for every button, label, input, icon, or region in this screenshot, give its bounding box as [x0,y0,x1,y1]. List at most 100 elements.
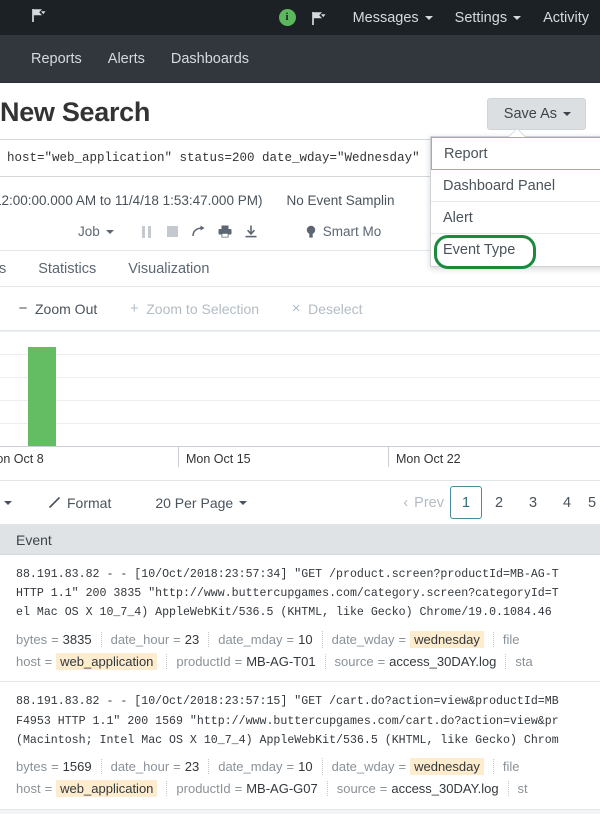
event-field-bytes[interactable]: bytes = 3835 [16,632,101,647]
field-value: 23 [184,759,200,775]
download-icon [245,225,257,238]
timeline-bar[interactable] [28,347,56,446]
timeline-toolbar: − Zoom Out + Zoom to Selection × Deselec… [0,287,600,331]
field-key: productId [176,653,231,669]
per-page-selector[interactable]: 20 Per Page [155,495,248,511]
pagination-page-4[interactable]: 4 [550,486,584,519]
tab-statistics[interactable]: Statistics [22,261,112,286]
print-button[interactable] [212,225,238,238]
save-as-menu-item-report[interactable]: Report [431,137,600,170]
app-nav-item-dashboards[interactable]: Dashboards [158,35,262,83]
x-tick-label: Mon Oct 15 [186,452,251,466]
chevron-down-icon [105,229,114,234]
events-column-header: Event [0,525,600,555]
print-icon [218,225,232,238]
field-key: file [502,759,520,775]
app-nav-item-alerts[interactable]: Alerts [95,35,158,83]
zoom-to-selection-button[interactable]: + Zoom to Selection [127,300,259,317]
field-equals: = [398,631,407,647]
pause-icon [142,225,152,238]
field-key: bytes [16,631,48,647]
top-nav-item-messages[interactable]: Messages [342,0,444,35]
menu-item-label: Alert [443,209,473,226]
pagination-page-3[interactable]: 3 [516,486,550,519]
app-nav-dashboards-label: Dashboards [170,50,250,67]
activity-flag-icon[interactable] [310,11,326,25]
event-field-host[interactable]: host = web_application [16,652,166,670]
field-key: bytes [16,759,48,775]
deselect-button[interactable]: × Deselect [289,300,363,317]
event-field-file[interactable]: file [492,759,529,775]
event-field-productid[interactable]: productId = MB-AG-G07 [166,781,326,797]
pagination-page-2[interactable]: 2 [482,486,516,519]
field-key: file [502,631,520,647]
save-as-button[interactable]: Save As [486,98,586,130]
field-equals: = [234,781,243,797]
event-field-date-hour[interactable]: date_hour = 23 [100,759,209,775]
zoom-out-label: Zoom Out [35,300,98,317]
format-button[interactable]: Format [48,495,111,511]
save-as-menu-item-alert[interactable]: Alert [431,202,600,234]
pagination-page-label: 3 [528,494,538,511]
top-nav-right-group: i Messages Settings Activity [278,0,600,35]
share-button[interactable] [186,225,212,238]
results-view-list-button[interactable]: ist [0,495,12,511]
pagination-page-1[interactable]: 1 [450,486,482,519]
zoom-out-button[interactable]: − Zoom Out [16,300,98,317]
splunk-logo-flag-icon[interactable] [30,8,46,27]
chevron-down-icon [4,500,12,505]
field-key: st [517,781,528,797]
event-field-source[interactable]: source = access_30DAY.log [324,653,506,669]
page-title: New Search [0,96,151,127]
save-as-menu-item-dashboard-panel[interactable]: Dashboard Panel [431,170,600,202]
event-field-productid[interactable]: productId = MB-AG-T01 [166,653,324,669]
event-field-date-hour[interactable]: date_hour = 23 [100,631,209,647]
event-field-host[interactable]: host = web_application [16,780,166,798]
search-mode-button[interactable]: Smart Mo [306,224,382,239]
event-field-date-mday[interactable]: date_mday = 10 [208,759,321,775]
time-range-text[interactable]: 12:00:00.000 AM to 11/4/18 1:53:47.000 P… [0,193,262,208]
event-field-status[interactable]: sta [505,653,541,669]
event-field-line: host = web_application productId = MB-AG… [16,778,600,800]
event-sampling-label[interactable]: No Event Samplin [286,193,394,208]
field-key: host [16,653,41,669]
pause-button[interactable] [134,225,160,238]
table-row[interactable]: 88.191.83.82 - - [10/Oct/2018:23:57:15] … [0,682,600,810]
timeline-x-axis: Mon Oct 8 Mon Oct 15 Mon Oct 22 [0,447,600,481]
event-field-date-wday[interactable]: date_wday = wednesday [321,630,493,648]
event-field-date-mday[interactable]: date_mday = 10 [208,631,321,647]
job-menu-button[interactable]: Job [78,224,114,239]
save-as-label: Save As [503,106,557,122]
event-field-file[interactable]: file [492,631,529,647]
tab-visualization[interactable]: Visualization [112,261,225,286]
event-fields: bytes = 1569 date_hour = 23 date_mday = … [16,756,600,800]
chevron-down-icon [424,15,433,20]
menu-item-label: Dashboard Panel [443,177,556,194]
event-raw-line: F4953 HTTP 1.1" 200 1569 "http://www.but… [16,714,559,728]
events-timeline-chart[interactable] [0,331,600,447]
field-key: date_mday [218,759,283,775]
field-value: 3835 [62,631,92,647]
format-label: Format [67,494,112,511]
top-nav-item-activity[interactable]: Activity [532,0,600,35]
top-nav-item-settings[interactable]: Settings [444,0,532,35]
event-field-source[interactable]: source = access_30DAY.log [326,781,508,797]
field-equals: = [286,631,295,647]
event-field-bytes[interactable]: bytes = 1569 [16,759,101,774]
app-nav-item-reports[interactable]: Reports [18,35,95,83]
field-key: host [16,781,41,797]
save-as-menu-item-event-type[interactable]: Event Type [431,234,600,269]
event-field-date-wday[interactable]: date_wday = wednesday [321,758,493,776]
table-row[interactable]: 88.191.83.82 - - [10/Oct/2018:23:57:34] … [0,555,600,683]
search-mode-label: Smart Mo [322,224,382,239]
info-badge-icon[interactable]: i [278,9,296,26]
tab-patterns[interactable]: terns [0,261,22,286]
event-field-status[interactable]: st [507,781,537,797]
stop-button[interactable] [160,226,186,237]
top-navigation-bar: i Messages Settings Activity [0,0,600,35]
export-button[interactable] [238,225,264,238]
pagination-page-label: 2 [494,494,504,511]
field-key: sta [515,653,533,669]
pagination-page-5[interactable]: 5 [584,486,600,519]
pagination-prev-button[interactable]: ‹ Prev [403,486,450,519]
